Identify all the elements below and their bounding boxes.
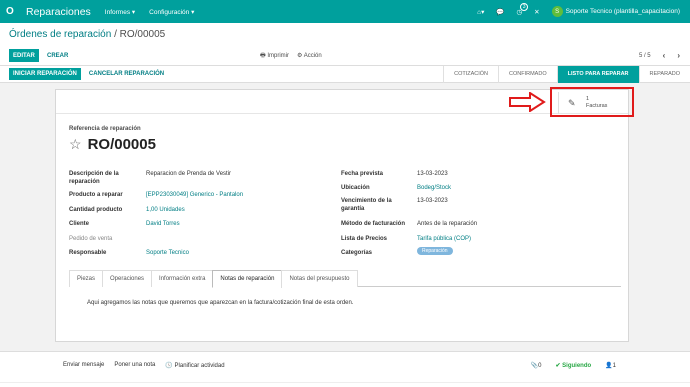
- tab-piezas[interactable]: Piezas: [69, 270, 104, 287]
- location-label: Ubicación: [341, 185, 370, 191]
- chatter-buttons: Enviar mensaje Poner una nota 🕓 Planific…: [63, 362, 225, 369]
- form-sheet: ✎ 1 Facturas Referencia de reparación ☆ …: [55, 89, 629, 342]
- avatar: S: [551, 6, 563, 17]
- categories-label: Categorías: [341, 250, 373, 256]
- quantity-value[interactable]: 1,00 Unidades: [146, 206, 185, 214]
- customer-value[interactable]: David Torres: [146, 220, 180, 228]
- location-value[interactable]: Bodeg/Stock: [417, 184, 451, 192]
- reference-value: RO/00005: [87, 136, 156, 153]
- top-navbar: O Reparaciones Informes ▾ Configuración …: [0, 0, 690, 23]
- log-note-button[interactable]: Poner una nota: [114, 362, 155, 369]
- attachments-button[interactable]: 📎0: [531, 362, 542, 369]
- chatter-topbar-right: 📎0 ✔ Siguiendo 👤1: [531, 362, 616, 369]
- responsible-value[interactable]: Soporte Tecnico: [146, 249, 189, 257]
- stage-listo-para-reparar[interactable]: LISTO PARA REPARAR: [556, 65, 639, 83]
- invoice-method-value[interactable]: Antes de la reparación: [417, 220, 477, 228]
- schedule-activity-button[interactable]: 🕓 Planificar actividad: [165, 362, 224, 369]
- reference-title: ☆ RO/00005: [69, 136, 156, 153]
- menu-informes[interactable]: Informes ▾: [105, 8, 135, 16]
- star-icon[interactable]: ☆: [69, 136, 82, 153]
- chatter: Enviar mensaje Poner una nota 🕓 Planific…: [0, 351, 690, 387]
- customer-label: Cliente: [69, 221, 90, 227]
- pager-value[interactable]: 5 / 5: [639, 53, 651, 59]
- action-menus: 🖶 Imprimir ⚙ Acción: [260, 49, 322, 62]
- stage-confirmado[interactable]: CONFIRMADO: [498, 65, 557, 83]
- app-brand[interactable]: Reparaciones: [26, 6, 91, 18]
- responsible-label: Responsable: [69, 250, 107, 256]
- tab-notas-reparacion[interactable]: Notas de reparación: [212, 270, 283, 288]
- following-button[interactable]: ✔ Siguiendo: [555, 362, 591, 369]
- user-menu[interactable]: S Soporte Tecnico (plantilla_capacitacio…: [551, 6, 680, 17]
- tab-operaciones[interactable]: Operaciones: [102, 270, 153, 287]
- chat-icon[interactable]: 💬: [496, 8, 504, 16]
- pricelist-value[interactable]: Tarifa pública (COP): [417, 235, 471, 243]
- control-panel: Órdenes de reparación / RO/00005 EDITAR …: [0, 23, 690, 66]
- category-tag[interactable]: Reparación: [417, 247, 453, 255]
- pager-next-icon[interactable]: ›: [677, 51, 680, 60]
- breadcrumb-separator: /: [111, 29, 120, 40]
- annotation-arrow-icon: [509, 92, 546, 112]
- activity-icon[interactable]: ◷ 3: [516, 2, 529, 16]
- stage-cotizacion[interactable]: COTIZACIÓN: [443, 65, 498, 83]
- breadcrumb-current: RO/00005: [119, 29, 166, 40]
- user-name: Soporte Tecnico (plantilla_capacitacion): [565, 8, 680, 15]
- product-value[interactable]: [EPP23030049] Generico - Pantalon: [146, 191, 243, 199]
- warranty-value[interactable]: 13-03-2023: [417, 197, 448, 205]
- tools-icon[interactable]: ✕: [534, 8, 539, 16]
- send-message-button[interactable]: Enviar mensaje: [63, 362, 104, 369]
- company-switch-icon[interactable]: ⌂▾: [477, 8, 484, 16]
- action-menu[interactable]: ⚙ Acción: [297, 52, 322, 59]
- description-label: Descripción de la reparación: [69, 171, 119, 185]
- chatter-divider: [0, 382, 690, 383]
- followers-button[interactable]: 👤1: [605, 362, 616, 369]
- menu-configuracion[interactable]: Configuración ▾: [149, 8, 194, 16]
- reference-label: Referencia de reparación: [69, 126, 141, 132]
- print-menu[interactable]: 🖶 Imprimir: [260, 51, 289, 61]
- planned-date-value[interactable]: 13-03-2023: [417, 170, 448, 178]
- tab-informacion-extra[interactable]: Información extra: [151, 270, 214, 287]
- notebook-tabs: Piezas Operaciones Información extra Not…: [69, 270, 621, 288]
- stage-reparado[interactable]: REPARADO: [638, 65, 690, 83]
- warranty-label: Vencimiento de la garantía: [341, 198, 392, 212]
- navbar-systray: ⌂▾ 💬 ◷ 3 ✕ S Soporte Tecnico (plantilla_c…: [477, 2, 680, 17]
- pricelist-label: Lista de Precios: [341, 236, 388, 242]
- planned-date-label: Fecha prevista: [341, 171, 384, 177]
- tab-notas-presupuesto[interactable]: Notas del presupuesto: [281, 270, 358, 287]
- apps-menu-icon[interactable]: O: [6, 6, 22, 17]
- activity-count-badge: 3: [520, 2, 529, 11]
- form-statusbar: INICIAR REPARACIÓN CANCELAR REPARACIÓN C…: [0, 65, 690, 83]
- breadcrumb-parent[interactable]: Órdenes de reparación: [9, 29, 111, 40]
- create-button[interactable]: CREAR: [47, 49, 68, 62]
- start-repair-button[interactable]: INICIAR REPARACIÓN: [9, 68, 81, 80]
- annotation-highlight-box: [550, 87, 634, 117]
- breadcrumb: Órdenes de reparación / RO/00005: [9, 29, 165, 40]
- description-value[interactable]: Reparacion de Prenda de Vestir: [146, 170, 231, 178]
- repair-notes-text[interactable]: Aqui agregamos las notas que queremos qu…: [87, 300, 354, 306]
- stage-pipeline: COTIZACIÓN CONFIRMADO LISTO PARA REPARAR…: [443, 65, 690, 83]
- cancel-repair-button[interactable]: CANCELAR REPARACIÓN: [89, 71, 164, 77]
- pager-previous-icon[interactable]: ‹: [663, 51, 666, 60]
- sale-order-label: Pedido de venta: [69, 236, 113, 242]
- invoice-method-label: Método de facturación: [341, 221, 406, 227]
- quantity-label: Cantidad producto: [69, 207, 123, 213]
- product-label: Producto a reparar: [69, 192, 123, 198]
- pager: 5 / 5 ‹ ›: [639, 49, 680, 62]
- edit-button[interactable]: EDITAR: [9, 49, 39, 62]
